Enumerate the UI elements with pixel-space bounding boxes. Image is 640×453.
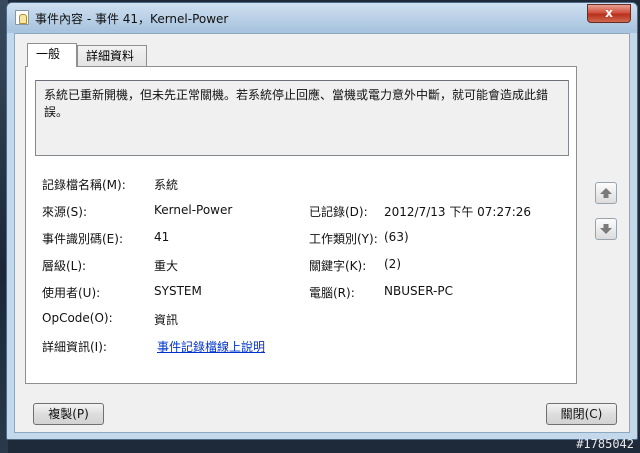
more-info-label: 詳細資訊(I):: [42, 340, 107, 354]
up-arrow-icon: [600, 188, 612, 198]
task-category-label: 工作類別(Y):: [309, 232, 378, 246]
tab-general[interactable]: 一般: [27, 43, 77, 67]
opcode-value: 資訊: [154, 313, 179, 327]
dialog-body: 一般 詳細資料 系統已重新開機，但未先正常關機。若系統停止回應、當機或電力意外中…: [14, 33, 630, 433]
log-name-label: 記錄檔名稱(M):: [42, 178, 126, 192]
computer-value: NBUSER-PC: [384, 284, 453, 298]
user-label: 使用者(U):: [42, 286, 101, 300]
level-value: 重大: [154, 259, 179, 273]
event-id-value: 41: [154, 230, 170, 244]
close-button[interactable]: 關閉(C): [546, 403, 617, 425]
user-value: SYSTEM: [154, 284, 202, 298]
logged-label: 已記錄(D):: [309, 205, 368, 219]
copy-button[interactable]: 複製(P): [33, 403, 104, 425]
close-window-button[interactable]: x: [587, 4, 631, 23]
previous-event-button[interactable]: [595, 182, 617, 204]
log-name-value: 系統: [154, 178, 179, 192]
tab-details[interactable]: 詳細資料: [77, 45, 147, 67]
title-bar[interactable]: 事件內容 - 事件 41，Kernel-Power x: [7, 3, 637, 31]
down-arrow-icon: [600, 224, 612, 234]
general-tab-panel: 系統已重新開機，但未先正常關機。若系統停止回應、當機或電力意外中斷，就可能會造成…: [25, 66, 577, 384]
source-label: 來源(S):: [42, 205, 88, 219]
keywords-value: (2): [384, 257, 401, 271]
keywords-label: 關鍵字(K):: [309, 259, 367, 273]
logged-value: 2012/7/13 下午 07:27:26: [384, 205, 532, 219]
event-properties-window: 事件內容 - 事件 41，Kernel-Power x 一般 詳細資料 系統已重…: [6, 2, 638, 440]
image-id-watermark: #1785042: [576, 437, 634, 451]
opcode-label: OpCode(O):: [42, 311, 113, 325]
event-log-icon: [15, 10, 29, 25]
next-event-button[interactable]: [595, 218, 617, 240]
computer-label: 電腦(R):: [309, 286, 355, 300]
level-label: 層級(L):: [42, 259, 87, 273]
window-title: 事件內容 - 事件 41，Kernel-Power: [35, 12, 229, 26]
event-description[interactable]: 系統已重新開機，但未先正常關機。若系統停止回應、當機或電力意外中斷，就可能會造成…: [35, 80, 569, 156]
event-id-label: 事件識別碼(E):: [42, 232, 123, 246]
event-log-online-help-link[interactable]: 事件記錄檔線上說明: [157, 338, 265, 355]
source-value: Kernel-Power: [154, 203, 233, 217]
task-category-value: (63): [384, 230, 409, 244]
